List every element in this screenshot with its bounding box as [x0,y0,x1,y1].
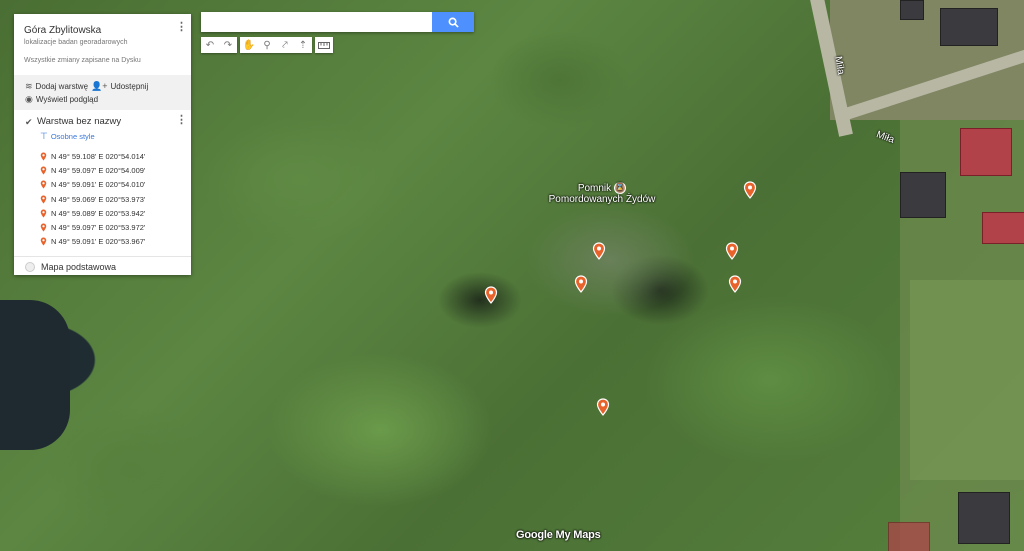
basemap-label: Mapa podstawowa [41,262,117,272]
map-pin-icon [40,209,47,218]
search-input[interactable] [201,12,438,32]
layer-header[interactable]: ✔ Warstwa bez nazwy [25,116,121,127]
pond [0,300,70,450]
building [960,128,1012,176]
building [900,0,924,20]
hand-icon[interactable]: ✋ [240,37,258,53]
list-item[interactable]: N 49° 59.097' E 020°53.972' [40,220,145,234]
ruler-icon[interactable] [315,37,333,53]
search-bar [201,12,474,32]
route-icon[interactable]: ⇡ [294,37,312,53]
redo-icon[interactable]: ↷ [219,37,237,53]
marker-icon[interactable]: ⚲ [258,37,276,53]
layer-name[interactable]: Warstwa bez nazwy [37,116,121,127]
map-marker-5[interactable] [728,275,742,293]
map-marker-2[interactable] [592,242,606,260]
monument-icon: ⌛ [614,182,627,194]
building [940,8,998,46]
building [982,212,1024,244]
add-layer-label: Dodaj warstwę [35,82,89,91]
building [888,522,930,551]
road-label: Miła [874,129,896,146]
preview-button[interactable]: ◉ Wyświetl podgląd [25,94,98,105]
list-item[interactable]: N 49° 59.097' E 020°54.009' [40,163,145,177]
building [900,172,946,218]
layers-icon: ≋ [25,81,33,91]
map-pin-icon [40,223,47,232]
eye-icon: ◉ [25,94,33,104]
search-icon [448,17,459,28]
preview-label: Wyświetl podgląd [35,95,99,104]
style-link[interactable]: ⊤ Osobne style [40,131,95,142]
list-item[interactable]: N 49° 59.091' E 020°53.967' [40,235,145,249]
map-pin-icon [40,152,47,161]
basemap-section: Mapa podstawowa [14,256,191,276]
marker-pin-icon [725,242,739,260]
basemap-icon [25,262,35,272]
list-item[interactable]: N 49° 59.091' E 020°54.010' [40,178,145,192]
save-status: Wszystkie zmiany zapisane na Dysku [24,57,141,64]
item-label: N 49° 59.089' E 020°53.942' [51,208,146,218]
marker-pin-icon [743,181,757,199]
map-marker-1[interactable] [743,181,757,199]
map-pin-icon [40,180,47,189]
map-marker-3[interactable] [725,242,739,260]
map-title[interactable]: Góra Zbylitowska [24,25,101,36]
add-layer-button[interactable]: ≋ Dodaj warstwę [25,81,88,92]
map-legend-panel: Góra Zbylitowska ⋮ lokalizacje badan geo… [14,14,191,275]
list-item[interactable]: N 49° 59.108' E 020°54.014' [40,149,145,163]
google-my-maps-logo: Google My Maps [516,529,601,541]
item-label: N 49° 59.097' E 020°53.972' [51,223,146,233]
map-pin-icon [40,195,47,204]
map-marker-4[interactable] [574,275,588,293]
line-icon[interactable]: ⤤ [276,37,294,53]
marker-pin-icon [484,286,498,304]
item-label: N 49° 59.097' E 020°54.009' [51,165,146,175]
poi-label-line2: Pomordowanych Żydów [548,194,656,205]
marker-pin-icon [728,275,742,293]
map-marker-6[interactable] [484,286,498,304]
map-pin-icon [40,166,47,175]
item-label: N 49° 59.091' E 020°53.967' [51,237,146,247]
marker-pin-icon [596,398,610,416]
more-options-icon[interactable]: ⋮ [176,22,187,33]
poi-memorial[interactable]: Pomnik ⌛ Pomordowanych Żydów [546,182,658,205]
map-toolbar: ↶ ↷ ✋ ⚲ ⤤ ⇡ [201,37,333,53]
item-label: N 49° 59.108' E 020°54.014' [51,151,146,161]
list-item[interactable]: N 49° 59.089' E 020°53.942' [40,206,145,220]
share-label: Udostępnij [110,82,149,91]
building [958,492,1010,544]
field-area [910,280,1024,480]
panel-actions: ≋ Dodaj warstwę 👤+ Udostępnij ◉ Wyświetl… [14,75,191,110]
map-description[interactable]: lokalizacje badan georadarowych [24,39,128,46]
item-label: N 49° 59.091' E 020°54.010' [51,180,146,190]
map-marker-7[interactable] [596,398,610,416]
item-label: N 49° 59.069' E 020°53.973' [51,194,146,204]
layer-items-list: N 49° 59.108' E 020°54.014' N 49° 59.097… [40,149,145,249]
layer-options-icon[interactable]: ⋮ [176,115,187,126]
checkbox-icon[interactable]: ✔ [25,117,33,126]
marker-pin-icon [592,242,606,260]
add-person-icon: 👤+ [91,81,108,91]
marker-pin-icon [574,275,588,293]
search-button[interactable] [432,12,474,32]
style-link-label: Osobne style [50,132,95,141]
poi-label-line1: Pomnik [577,182,612,194]
undo-icon[interactable]: ↶ [201,37,219,53]
map-pin-icon [40,237,47,246]
basemap-toggle[interactable]: Mapa podstawowa [25,262,116,272]
paint-roller-icon: ⊤ [40,131,48,141]
share-button[interactable]: 👤+ Udostępnij [91,81,148,92]
list-item[interactable]: N 49° 59.069' E 020°53.973' [40,192,145,206]
